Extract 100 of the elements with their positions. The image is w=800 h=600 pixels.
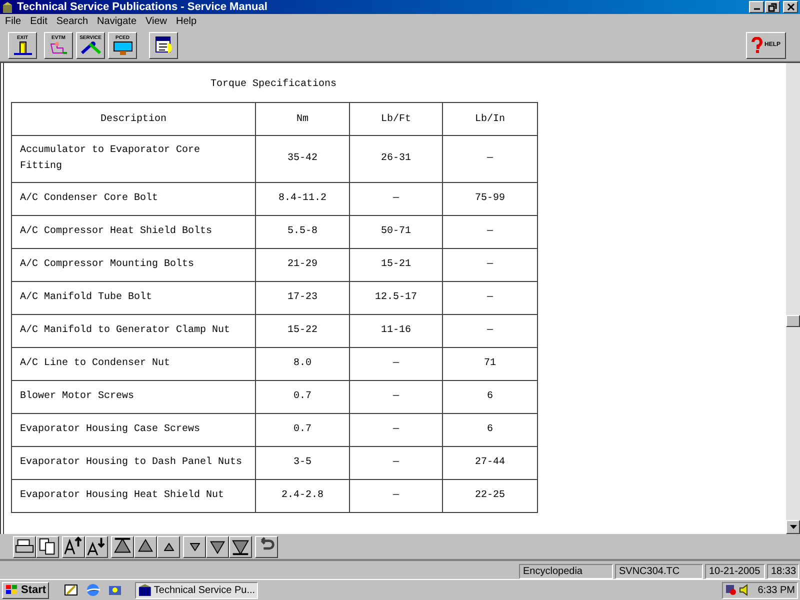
door-icon [14,40,32,54]
wiring-diagram-icon [48,40,68,54]
scrollbar[interactable] [786,63,800,534]
table-cell: — [442,282,538,314]
scroll-thumb[interactable] [786,315,800,327]
table-cell: Evaporator Housing Heat Shield Nut [12,480,256,512]
table-cell: Accumulator to Evaporator Core Fitting [12,136,256,182]
table-cell: — [350,182,442,216]
down-arrow-icon [790,525,796,529]
table-cell: A/C Manifold to Generator Clamp Nut [12,314,256,348]
table-cell: A/C Condenser Core Bolt [12,182,256,216]
menu-item[interactable]: Help [176,16,197,26]
column-header: Nm [256,102,350,136]
next-page-button[interactable] [183,536,206,558]
font-increase-button[interactable] [62,536,85,558]
minimize-button[interactable] [749,1,764,13]
last-page-button[interactable] [229,536,252,558]
first-page-button[interactable] [111,536,134,558]
table-cell: — [442,136,538,182]
computer-icon [112,40,134,54]
table-cell: Evaporator Housing to Dash Panel Nuts [12,446,256,480]
question-mark-icon [751,37,764,53]
table-cell: A/C Manifold Tube Bolt [12,282,256,314]
previous-page-button[interactable] [157,536,180,558]
table-cell: 26-31 [350,136,442,182]
window-title: Technical Service Publications - Service Manual [17,2,268,12]
browser-icon[interactable] [85,582,102,598]
back-arrow-button[interactable] [255,536,278,558]
document-title: Torque Specifications [210,78,337,92]
close-icon [786,3,794,11]
start-button[interactable]: Start [2,582,50,598]
scroll-down-button[interactable] [786,520,800,534]
app-icon [2,2,13,12]
table-cell: — [442,216,538,248]
table-cell: 6 [442,380,538,414]
table-cell: 0.7 [256,414,350,446]
printer-button[interactable] [13,536,36,558]
table-cell: A/C Line to Condenser Nut [12,348,256,380]
font-decrease-icon [86,536,107,557]
table-cell: Evaporator Housing Case Screws [12,414,256,446]
speaker-icon [739,584,749,596]
menu-item[interactable]: Navigate [97,16,137,26]
table-cell: 11-16 [350,314,442,348]
next-page-icon [190,542,200,550]
table-cell: 2.4-2.8 [256,480,350,512]
table-cell: 15-22 [256,314,350,348]
minimize-icon [754,8,760,10]
previous-section-button[interactable] [134,536,157,558]
table-cell: 35-42 [256,136,350,182]
taskbar-button[interactable]: Technical Service Pu... [135,582,258,598]
table-cell: 22-25 [442,480,538,512]
font-increase-icon [63,536,84,557]
table-cell: 6 [442,414,538,446]
table-cell: 15-21 [350,248,442,282]
table-cell: — [350,446,442,480]
toolbar-button[interactable] [149,32,178,58]
table-cell: 12.5-17 [350,282,442,314]
status-field: SVNC304.TC [615,564,703,578]
status-field: 18:33 [767,564,799,578]
table-cell: 21-29 [256,248,350,282]
menu-item[interactable]: Search [56,16,88,26]
table-cell: — [350,348,442,380]
status-field: 10-21-2005 [705,564,765,578]
close-button[interactable] [783,1,798,13]
table-cell: 71 [442,348,538,380]
table-cell: 50-71 [350,216,442,248]
table-cell: 75-99 [442,182,538,216]
table-cell: — [442,248,538,282]
clock: 6:33 PM [758,584,795,598]
table-cell: A/C Compressor Heat Shield Bolts [12,216,256,248]
column-header: Lb/Ft [350,102,442,136]
next-section-button[interactable] [206,536,229,558]
column-header: Lb/In [442,102,538,136]
calendar-icon [154,35,174,55]
table-cell: — [350,414,442,446]
previous-page-icon [164,542,174,550]
table-cell: — [350,480,442,512]
restore-button[interactable] [765,1,780,13]
table-cell: — [442,314,538,348]
status-field: Encyclopedia [519,564,613,578]
table-cell: Blower Motor Screws [12,380,256,414]
table-cell: 27-44 [442,446,538,480]
table-cell: 0.7 [256,380,350,414]
menu-item[interactable]: File [5,16,22,26]
table-cell: 8.0 [256,348,350,380]
wrench-screwdriver-icon [80,40,102,54]
font-decrease-button[interactable] [85,536,108,558]
restore-icon [768,2,777,12]
network-icon [725,584,737,596]
menu-item[interactable]: View [146,16,168,26]
app-icon [138,584,152,596]
windows-logo-icon [5,584,19,596]
column-header: Description [12,102,256,136]
table-cell: — [350,380,442,414]
copy-button[interactable] [36,536,59,558]
desktop-icon[interactable] [63,582,80,598]
table-cell: 8.4-11.2 [256,182,350,216]
table-cell: A/C Compressor Mounting Bolts [12,248,256,282]
table-cell: 5.5-8 [256,216,350,248]
menu-item[interactable]: Edit [30,16,48,26]
